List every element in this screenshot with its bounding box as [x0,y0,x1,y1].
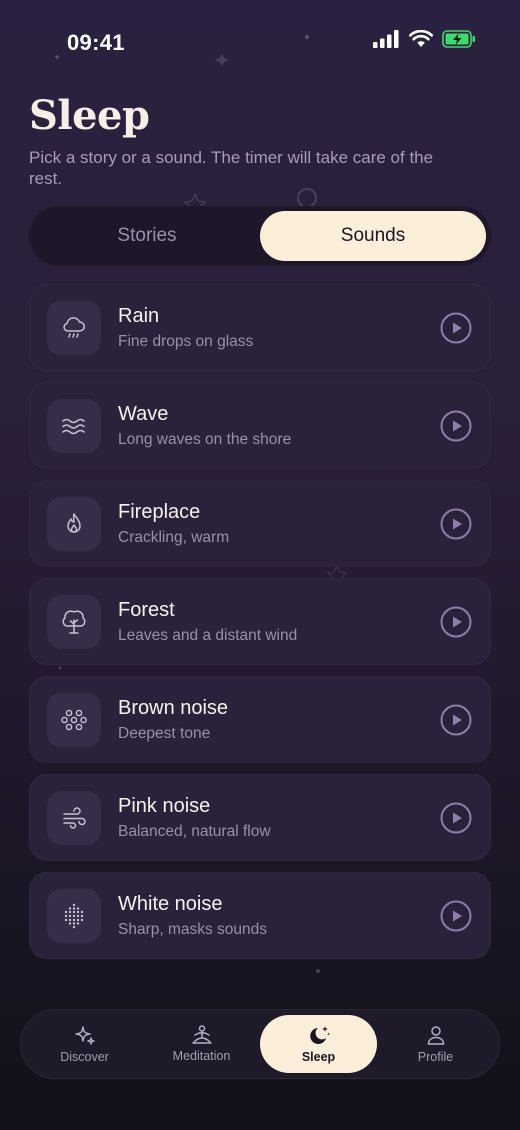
wind-icon [47,790,101,845]
dots-cluster-icon [47,692,101,747]
sound-title: Forest [118,598,175,621]
sound-subtitle: Sharp, masks sounds [118,920,268,938]
sound-card-text: Wave Long waves on the shore [118,403,440,449]
rain-cloud-icon [47,300,101,355]
status-time: 09:41 [67,30,125,55]
tab-sleep[interactable]: Sleep [260,1015,377,1073]
sound-subtitle: Long waves on the shore [118,430,292,448]
tab-profile[interactable]: Profile [377,1015,494,1073]
page-header: Sleep Pick a story or a sound. The timer… [29,92,469,189]
sound-card-wave[interactable]: Wave Long waves on the shore [29,382,491,469]
flame-icon [47,496,101,551]
page-subtitle: Pick a story or a sound. The timer will … [29,148,434,188]
sound-card-fireplace[interactable]: Fireplace Crackling, warm [29,480,491,567]
tree-icon [47,594,101,649]
person-icon [427,1026,444,1045]
sound-card-rain[interactable]: Rain Fine drops on glass [29,284,491,371]
page-title: Sleep [29,92,150,139]
sound-card-text: White noise Sharp, masks sounds [118,893,440,939]
sound-subtitle: Deepest tone [118,724,211,742]
play-icon[interactable] [440,410,472,442]
sound-card-forest[interactable]: Forest Leaves and a distant wind [29,578,491,665]
play-icon[interactable] [440,900,472,932]
sound-subtitle: Balanced, natural flow [118,822,271,840]
bottom-tab-bar: Discover Meditation Sleep Profile [20,1009,500,1079]
tab-label: Meditation [172,1049,231,1063]
sound-card-pink-noise[interactable]: Pink noise Balanced, natural flow [29,774,491,861]
sound-title: Brown noise [118,696,229,719]
sound-title: White noise [118,892,223,915]
play-icon[interactable] [440,802,472,834]
sound-title: Pink noise [118,794,211,817]
sound-title: Rain [118,304,160,327]
sound-card-brown-noise[interactable]: Brown noise Deepest tone [29,676,491,763]
sparkle-icon [74,1026,95,1045]
play-icon[interactable] [440,704,472,736]
battery-charging-icon [442,30,475,48]
segment-sounds[interactable]: Sounds [260,211,486,261]
tab-meditation[interactable]: Meditation [143,1015,260,1073]
segment-stories[interactable]: Stories [34,211,260,261]
tab-discover[interactable]: Discover [26,1015,143,1073]
moon-stars-icon [309,1026,330,1044]
sound-card-text: Pink noise Balanced, natural flow [118,795,440,841]
tab-label: Profile [417,1050,454,1064]
status-icons [373,30,476,48]
dots-grid-icon [47,888,101,943]
sound-subtitle: Crackling, warm [118,528,230,546]
sound-card-white-noise[interactable]: White noise Sharp, masks sounds [29,872,491,959]
sound-card-text: Forest Leaves and a distant wind [118,599,440,645]
meditation-icon [191,1025,212,1044]
sound-card-text: Fireplace Crackling, warm [118,501,440,547]
wifi-icon [409,30,433,47]
sounds-list: Rain Fine drops on glass Wave Long waves… [29,284,491,970]
play-icon[interactable] [440,312,472,344]
sound-subtitle: Fine drops on glass [118,332,254,350]
play-icon[interactable] [440,508,472,540]
sound-card-text: Rain Fine drops on glass [118,305,440,351]
sound-card-text: Brown noise Deepest tone [118,697,440,743]
status-bar: 09:41 [0,0,520,84]
tab-label: Sleep [301,1050,336,1064]
sound-title: Fireplace [118,500,201,523]
waves-icon [47,398,101,453]
stories-sounds-toggle: Stories Sounds [29,206,491,266]
tab-label: Discover [60,1050,109,1064]
play-icon[interactable] [440,606,472,638]
sound-subtitle: Leaves and a distant wind [118,626,298,644]
cellular-signal-icon [373,30,399,48]
sound-title: Wave [118,402,169,425]
